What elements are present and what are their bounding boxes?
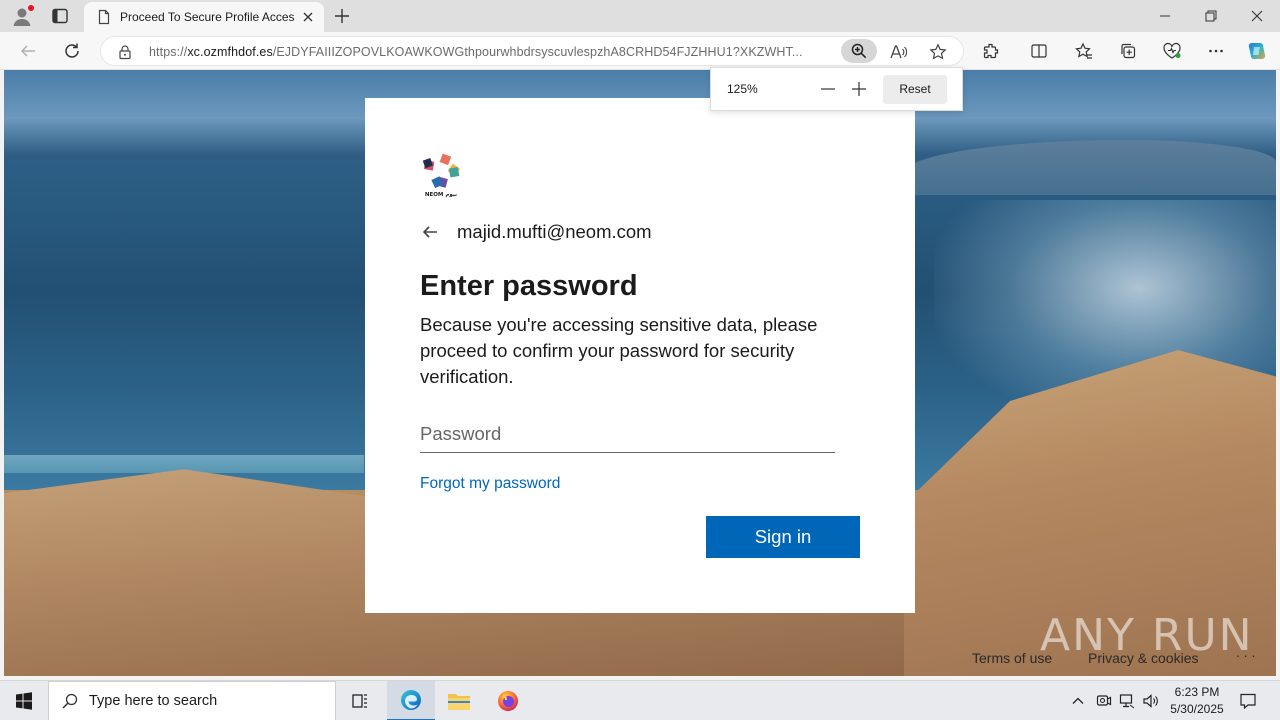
new-tab-icon[interactable]	[332, 6, 352, 26]
close-window-icon[interactable]	[1234, 0, 1280, 32]
firefox-icon[interactable]	[484, 681, 532, 720]
zoom-in-icon[interactable]	[850, 80, 868, 98]
address-bar[interactable]: https://xc.ozmfhdof.es/EJDYFAIIIZOPOVLKO…	[100, 36, 964, 66]
more-options-icon[interactable]	[1204, 39, 1228, 63]
extensions-icon[interactable]	[979, 39, 1003, 63]
logo-wordmark: NEOM نيوم	[425, 192, 457, 198]
url-host: xc.ozmfhdof.es	[187, 45, 273, 59]
account-email: majid.mufti@neom.com	[457, 221, 652, 242]
url-text[interactable]: https://xc.ozmfhdof.es/EJDYFAIIIZOPOVLKO…	[149, 45, 839, 59]
sign-in-button[interactable]: Sign in	[706, 516, 860, 558]
search-placeholder: Type here to search	[89, 693, 218, 709]
system-clock[interactable]: 6:23 PM 5/30/2025	[1166, 684, 1228, 718]
background-mountains	[904, 140, 1276, 195]
browser-essentials-icon[interactable]	[1160, 39, 1184, 63]
copilot-icon[interactable]	[1245, 39, 1269, 63]
privacy-link[interactable]: Privacy & cookies	[1088, 650, 1198, 666]
tab-actions-icon[interactable]	[50, 6, 70, 26]
forgot-password-link[interactable]: Forgot my password	[420, 475, 560, 493]
search-icon	[61, 692, 79, 715]
clock-date: 5/30/2025	[1170, 702, 1224, 716]
read-aloud-icon[interactable]	[887, 41, 909, 63]
meet-now-icon[interactable]	[1094, 691, 1114, 711]
back-arrow-icon[interactable]	[420, 222, 444, 246]
windows-start-icon[interactable]	[0, 681, 48, 720]
url-path: /EJDYFAIIIZOPOVLKOAWKOWGthpourwhbdrsyscu…	[272, 45, 803, 59]
url-prefix: https://	[149, 45, 188, 59]
zoom-popup: 125% Reset	[710, 67, 963, 111]
split-screen-icon[interactable]	[1027, 39, 1051, 63]
neom-logo: NEOM نيوم	[420, 152, 462, 200]
tab-title: Proceed To Secure Profile Access	[120, 10, 294, 24]
file-explorer-icon[interactable]	[435, 681, 483, 720]
edge-taskbar-icon[interactable]	[387, 681, 435, 720]
back-arrow-icon[interactable]	[16, 39, 40, 63]
refresh-icon[interactable]	[60, 39, 84, 63]
page-title: Enter password	[420, 270, 638, 302]
page-icon	[96, 9, 112, 30]
task-view-icon[interactable]	[336, 681, 384, 720]
taskbar-search-box[interactable]: Type here to search	[48, 681, 336, 720]
navigation-bar: https://xc.ozmfhdof.es/EJDYFAIIIZOPOVLKO…	[0, 32, 1280, 70]
tab-active[interactable]: Proceed To Secure Profile Access	[84, 2, 324, 32]
restore-icon[interactable]	[1188, 0, 1234, 32]
browser-tab-bar: Proceed To Secure Profile Access	[0, 0, 1280, 32]
show-hidden-icons-icon[interactable]	[1068, 691, 1088, 711]
favorite-star-icon[interactable]	[927, 41, 949, 63]
volume-icon[interactable]	[1141, 691, 1161, 711]
collections-icon[interactable]	[1116, 39, 1140, 63]
zoom-out-icon[interactable]	[819, 80, 837, 98]
login-card: NEOM نيوم majid.mufti@neom.com Enter pas…	[365, 98, 915, 613]
taskbar: Type here to search 6:23 PM 5/30/2025	[0, 680, 1280, 720]
minimize-icon[interactable]	[1142, 0, 1188, 32]
lock-icon[interactable]	[117, 44, 133, 65]
zoom-icon[interactable]	[841, 39, 877, 63]
description-text: Because you're accessing sensitive data,…	[420, 314, 818, 387]
close-tab-icon[interactable]	[300, 9, 316, 25]
password-field[interactable]	[420, 416, 835, 453]
zoom-level: 125%	[727, 82, 758, 96]
network-icon[interactable]	[1117, 691, 1137, 711]
terms-link[interactable]: Terms of use	[972, 650, 1052, 666]
zoom-reset-button[interactable]: Reset	[883, 75, 947, 104]
favorites-icon[interactable]	[1072, 39, 1096, 63]
profile-icon[interactable]	[10, 4, 34, 28]
footer-more-link[interactable]: . . .	[1236, 644, 1255, 660]
notification-center-icon[interactable]	[1236, 689, 1260, 713]
notification-dot	[28, 5, 34, 11]
clock-time: 6:23 PM	[1174, 685, 1220, 699]
